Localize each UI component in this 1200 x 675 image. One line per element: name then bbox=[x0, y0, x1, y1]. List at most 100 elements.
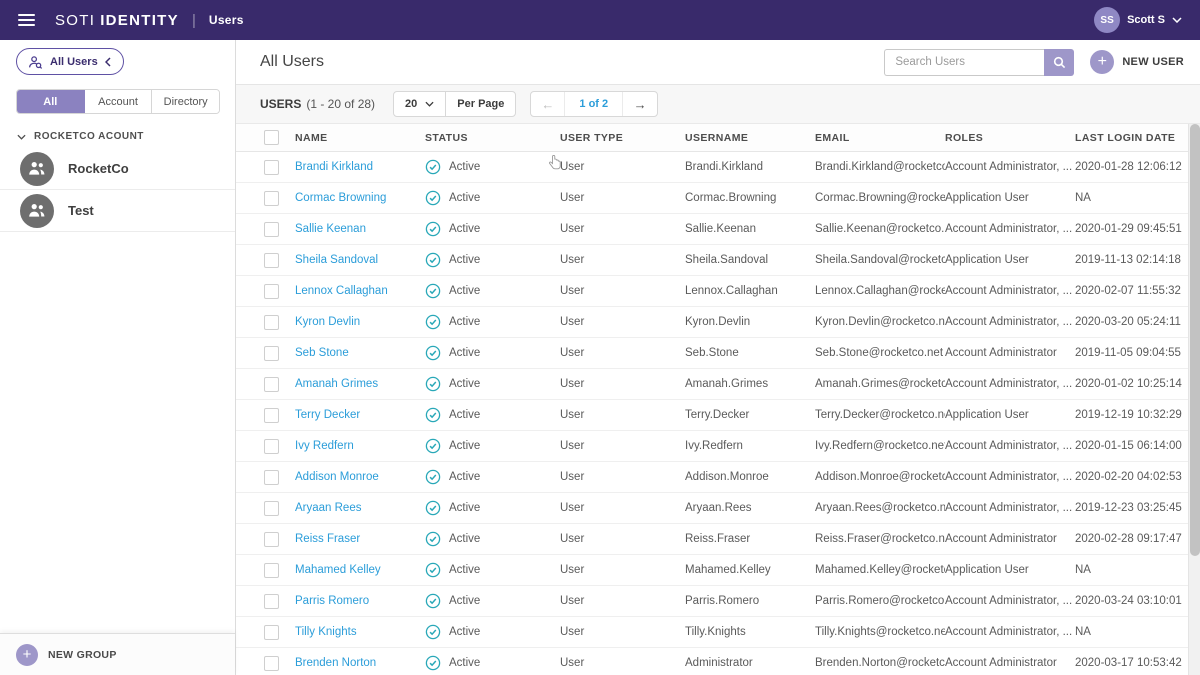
table-row[interactable]: Tilly Knights Active User Tilly.Knights … bbox=[236, 617, 1188, 648]
user-name-link[interactable]: Brenden Norton bbox=[295, 657, 376, 669]
tab-all[interactable]: All bbox=[17, 90, 85, 113]
last-login-cell: 2020-03-17 10:53:42 bbox=[1075, 657, 1182, 669]
user-name-link[interactable]: Sheila Sandoval bbox=[295, 254, 378, 266]
user-type-cell: User bbox=[560, 254, 585, 266]
search-input[interactable] bbox=[884, 48, 1045, 76]
table-row[interactable]: Reiss Fraser Active User Reiss.Fraser Re… bbox=[236, 524, 1188, 555]
search-icon bbox=[1053, 56, 1065, 68]
username-cell: Sallie.Keenan bbox=[685, 223, 756, 235]
table-row[interactable]: Sheila Sandoval Active User Sheila.Sando… bbox=[236, 245, 1188, 276]
select-all-checkbox[interactable] bbox=[264, 130, 279, 145]
vertical-scrollbar[interactable] bbox=[1188, 124, 1200, 675]
search-button[interactable] bbox=[1044, 48, 1075, 76]
group-item-rocketco[interactable]: RocketCo bbox=[0, 148, 235, 190]
row-checkbox[interactable] bbox=[264, 407, 279, 423]
row-checkbox[interactable] bbox=[264, 562, 279, 578]
user-type-cell: User bbox=[560, 657, 585, 669]
last-login-cell: 2020-01-28 12:06:12 bbox=[1075, 161, 1182, 173]
new-group-button[interactable]: + NEW GROUP bbox=[0, 633, 235, 675]
table-row[interactable]: Terry Decker Active User Terry.Decker Te… bbox=[236, 400, 1188, 431]
user-name-link[interactable]: Brandi Kirkland bbox=[295, 161, 373, 173]
table-row[interactable]: Kyron Devlin Active User Kyron.Devlin Ky… bbox=[236, 307, 1188, 338]
table-row[interactable]: Cormac Browning Active User Cormac.Brown… bbox=[236, 183, 1188, 214]
user-name-link[interactable]: Aryaan Rees bbox=[295, 502, 361, 514]
users-table: NAME STATUS USER TYPE USERNAME EMAIL ROL… bbox=[236, 124, 1188, 675]
user-name-link[interactable]: Kyron Devlin bbox=[295, 316, 360, 328]
avatar[interactable]: SS bbox=[1094, 7, 1121, 33]
menu-icon[interactable] bbox=[18, 14, 35, 26]
username-cell: Brandi.Kirkland bbox=[685, 161, 763, 173]
status-label: Active bbox=[449, 347, 481, 359]
table-row[interactable]: Addison Monroe Active User Addison.Monro… bbox=[236, 462, 1188, 493]
row-checkbox[interactable] bbox=[264, 221, 279, 237]
username-cell: Parris.Romero bbox=[685, 595, 760, 607]
prev-page-button[interactable]: ← bbox=[531, 92, 566, 116]
row-checkbox[interactable] bbox=[264, 314, 279, 330]
row-checkbox[interactable] bbox=[264, 283, 279, 299]
table-row[interactable]: Brandi Kirkland Active User Brandi.Kirkl… bbox=[236, 152, 1188, 183]
row-checkbox[interactable] bbox=[264, 593, 279, 609]
row-checkbox[interactable] bbox=[264, 500, 279, 516]
user-name-link[interactable]: Ivy Redfern bbox=[295, 440, 354, 452]
table-row[interactable]: Seb Stone Active User Seb.Stone Seb.Ston… bbox=[236, 338, 1188, 369]
account-tree-toggle[interactable]: ROCKETCO ACOUNT bbox=[17, 131, 144, 142]
tab-directory[interactable]: Directory bbox=[152, 90, 219, 113]
column-header-last-login[interactable]: LAST LOGIN DATE bbox=[1075, 132, 1188, 144]
new-user-button[interactable]: + NEW USER bbox=[1090, 50, 1184, 74]
group-item-test[interactable]: Test bbox=[0, 190, 235, 232]
table-row[interactable]: Sallie Keenan Active User Sallie.Keenan … bbox=[236, 214, 1188, 245]
pagination: ← 1 of 2 → bbox=[530, 91, 659, 117]
user-name-link[interactable]: Cormac Browning bbox=[295, 192, 386, 204]
user-name-link[interactable]: Lennox Callaghan bbox=[295, 285, 388, 297]
row-checkbox[interactable] bbox=[264, 469, 279, 485]
all-users-scope-button[interactable]: All Users bbox=[16, 48, 124, 75]
table-row[interactable]: Mahamed Kelley Active User Mahamed.Kelle… bbox=[236, 555, 1188, 586]
chevron-left-icon bbox=[104, 56, 111, 67]
brand-soti: SOTI bbox=[55, 11, 96, 29]
active-status-icon bbox=[425, 438, 441, 454]
row-checkbox[interactable] bbox=[264, 438, 279, 454]
column-header-status[interactable]: STATUS bbox=[425, 132, 560, 144]
row-checkbox[interactable] bbox=[264, 624, 279, 640]
table-row[interactable]: Lennox Callaghan Active User Lennox.Call… bbox=[236, 276, 1188, 307]
user-name-link[interactable]: Terry Decker bbox=[295, 409, 360, 421]
user-name-link[interactable]: Mahamed Kelley bbox=[295, 564, 381, 576]
next-page-button[interactable]: → bbox=[623, 92, 657, 116]
row-checkbox[interactable] bbox=[264, 655, 279, 671]
user-name-link[interactable]: Addison Monroe bbox=[295, 471, 379, 483]
user-name-link[interactable]: Seb Stone bbox=[295, 347, 349, 359]
status-cell: Active bbox=[425, 562, 560, 578]
user-name-link[interactable]: Tilly Knights bbox=[295, 626, 357, 638]
per-page-select[interactable]: 20 bbox=[394, 92, 447, 116]
page-indicator: 1 of 2 bbox=[565, 92, 624, 116]
group-name: Test bbox=[68, 203, 94, 218]
row-checkbox[interactable] bbox=[264, 252, 279, 268]
column-header-username[interactable]: USERNAME bbox=[685, 132, 815, 144]
user-name-link[interactable]: Reiss Fraser bbox=[295, 533, 360, 545]
table-row[interactable]: Aryaan Rees Active User Aryaan.Rees Arya… bbox=[236, 493, 1188, 524]
user-type-cell: User bbox=[560, 316, 585, 328]
scrollbar-thumb[interactable] bbox=[1190, 124, 1200, 556]
status-cell: Active bbox=[425, 655, 560, 671]
table-row[interactable]: Ivy Redfern Active User Ivy.Redfern Ivy.… bbox=[236, 431, 1188, 462]
user-name-link[interactable]: Sallie Keenan bbox=[295, 223, 366, 235]
roles-cell: Account Administrator, ... bbox=[945, 595, 1073, 607]
user-name-link[interactable]: Amanah Grimes bbox=[295, 378, 378, 390]
row-checkbox[interactable] bbox=[264, 345, 279, 361]
column-header-name[interactable]: NAME bbox=[295, 132, 425, 144]
row-checkbox[interactable] bbox=[264, 531, 279, 547]
table-row[interactable]: Parris Romero Active User Parris.Romero … bbox=[236, 586, 1188, 617]
column-header-user-type[interactable]: USER TYPE bbox=[560, 132, 685, 144]
table-row[interactable]: Amanah Grimes Active User Amanah.Grimes … bbox=[236, 369, 1188, 400]
tab-account[interactable]: Account bbox=[84, 90, 153, 113]
name-cell: Seb Stone bbox=[295, 347, 425, 359]
chevron-down-icon bbox=[1172, 17, 1182, 23]
user-name-link[interactable]: Parris Romero bbox=[295, 595, 369, 607]
column-header-roles[interactable]: ROLES bbox=[945, 132, 1075, 144]
column-header-email[interactable]: EMAIL bbox=[815, 132, 945, 144]
table-row[interactable]: Brenden Norton Active User Administrator… bbox=[236, 648, 1188, 675]
row-checkbox[interactable] bbox=[264, 159, 279, 175]
row-checkbox[interactable] bbox=[264, 190, 279, 206]
user-menu[interactable]: SS Scott S bbox=[1094, 7, 1182, 33]
row-checkbox[interactable] bbox=[264, 376, 279, 392]
